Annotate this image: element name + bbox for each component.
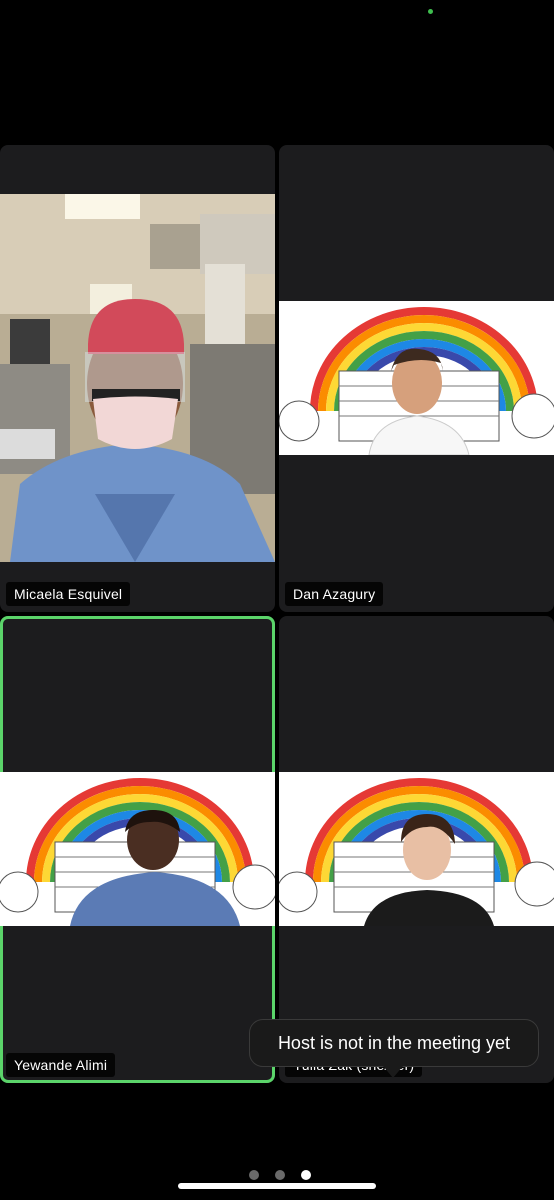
home-indicator[interactable] bbox=[178, 1183, 376, 1189]
page-indicator[interactable] bbox=[249, 1170, 311, 1180]
participant-tile-dan[interactable]: Dan Azagury bbox=[279, 145, 554, 612]
page-dot[interactable] bbox=[249, 1170, 259, 1180]
toast-pointer bbox=[383, 1066, 403, 1078]
participant-video bbox=[279, 772, 554, 926]
participant-video bbox=[0, 194, 275, 562]
participant-video bbox=[0, 772, 275, 926]
participant-video bbox=[279, 301, 554, 455]
page-dot-active[interactable] bbox=[301, 1170, 311, 1180]
participant-tile-yewande[interactable]: Yewande Alimi bbox=[0, 616, 275, 1083]
participant-tile-yulia[interactable]: Yulia Zak (she/her) bbox=[279, 616, 554, 1083]
participant-name-label: Micaela Esquivel bbox=[6, 582, 131, 606]
participant-tile-micaela[interactable]: Micaela Esquivel bbox=[0, 145, 275, 612]
camera-indicator-icon bbox=[428, 9, 433, 14]
participant-name-label: Dan Azagury bbox=[285, 582, 384, 606]
host-status-toast: Host is not in the meeting yet bbox=[249, 1019, 539, 1067]
page-dot[interactable] bbox=[275, 1170, 285, 1180]
participant-name-label: Yewande Alimi bbox=[6, 1053, 116, 1077]
